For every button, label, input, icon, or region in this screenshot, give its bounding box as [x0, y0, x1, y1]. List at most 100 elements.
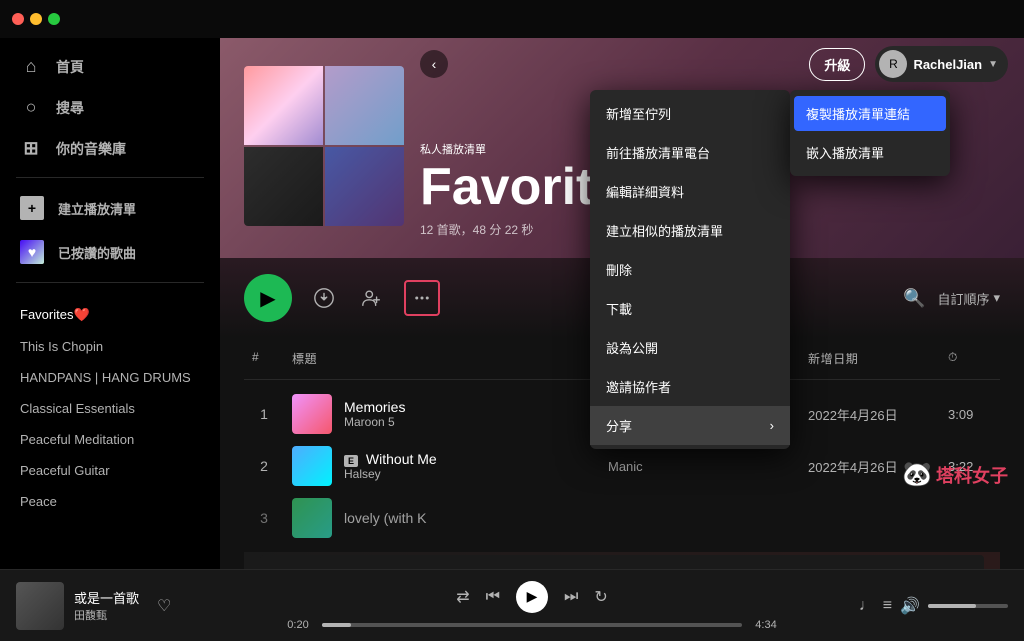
- track-album: Manic: [600, 459, 800, 474]
- menu-item-share[interactable]: 分享 ›: [590, 406, 790, 445]
- track-name: E Without Me: [344, 451, 437, 467]
- menu-item-download[interactable]: 下載: [590, 289, 790, 328]
- playlist-item-classical[interactable]: Classical Essentials: [8, 393, 212, 424]
- more-options-button[interactable]: [404, 280, 440, 316]
- track-text: Memories Maroon 5: [344, 399, 405, 429]
- track-artist: Halsey: [344, 467, 437, 481]
- playlist-item-meditation[interactable]: Peaceful Meditation: [8, 424, 212, 455]
- menu-item-go-radio[interactable]: 前往播放清單電台: [590, 133, 790, 172]
- menu-item-make-public[interactable]: 設為公開: [590, 328, 790, 367]
- progress-track[interactable]: [322, 623, 742, 627]
- add-person-button[interactable]: [356, 282, 388, 314]
- sidebar-nav: ⌂ 首頁 ○ 搜尋 ⊞ 你的音樂庫: [0, 46, 220, 169]
- previous-button[interactable]: ⏮: [486, 588, 500, 606]
- app-body: ⌂ 首頁 ○ 搜尋 ⊞ 你的音樂庫 + 建立播放清單 ♥ 已按讚的歌曲 Favo…: [0, 38, 1024, 569]
- player-track-info: 或是一首歌 田馥甄 ♡: [16, 582, 236, 630]
- track-name: lovely (with K: [344, 510, 426, 526]
- sidebar-item-search[interactable]: ○ 搜尋: [8, 87, 212, 128]
- header-right: 升級 R RachelJian ▼: [809, 46, 1008, 82]
- watermark-text: 塔科女子: [936, 462, 1008, 488]
- header-duration: ⏱: [940, 346, 1000, 371]
- volume-icon[interactable]: 🔊: [900, 596, 920, 616]
- track-artist: Maroon 5: [344, 415, 405, 429]
- pause-button[interactable]: ▶: [516, 581, 548, 613]
- header-date: 新增日期: [800, 346, 940, 371]
- play-button[interactable]: ▶: [244, 274, 292, 322]
- track-number: 3: [244, 510, 284, 526]
- sidebar-divider-1: [16, 177, 204, 178]
- proof-text: PROOF: [338, 566, 476, 569]
- playlist-item-peace[interactable]: Peace: [8, 486, 212, 517]
- current-time: 0:20: [282, 619, 314, 631]
- table-row[interactable]: 3 lovely (with K: [244, 492, 1000, 544]
- user-menu[interactable]: R RachelJian ▼: [875, 46, 1008, 82]
- album-cell-4: [325, 147, 404, 226]
- watermark: 🐼 塔科女子: [902, 460, 1008, 489]
- player-text: 或是一首歌 田馥甄: [74, 588, 139, 623]
- playlist-item-handpans[interactable]: HANDPANS | HANG DRUMS: [8, 362, 212, 393]
- player-artist: 田馥甄: [74, 607, 139, 623]
- playlist-item-guitar[interactable]: Peaceful Guitar: [8, 455, 212, 486]
- control-buttons: ⇄ ⏮ ▶ ⏭ ↻: [456, 581, 608, 613]
- like-button[interactable]: ♡: [157, 596, 171, 616]
- sidebar-divider-2: [16, 282, 204, 283]
- sort-chevron-icon: ▾: [993, 290, 1000, 306]
- share-submenu: 複製播放清單連結 嵌入播放清單: [790, 90, 950, 176]
- search-button[interactable]: 🔍: [903, 288, 925, 309]
- sidebar-item-liked-songs[interactable]: ♥ 已按讚的歌曲: [0, 230, 220, 274]
- back-button[interactable]: ‹: [420, 50, 448, 78]
- sidebar: ⌂ 首頁 ○ 搜尋 ⊞ 你的音樂庫 + 建立播放清單 ♥ 已按讚的歌曲 Favo…: [0, 38, 220, 569]
- menu-item-add-queue[interactable]: 新增至佇列: [590, 94, 790, 133]
- download-button[interactable]: [308, 282, 340, 314]
- sort-button[interactable]: 自訂順序 ▾: [937, 289, 1000, 308]
- main-content: 升級 R RachelJian ▼ ‹ 私人播放清單 Favorites❤️: [220, 38, 1024, 569]
- menu-item-invite-collab[interactable]: 邀請協作者: [590, 367, 790, 406]
- search-sort-area: 🔍 自訂順序 ▾: [903, 288, 1000, 309]
- track-name: Memories: [344, 399, 405, 415]
- submenu-item-copy-link[interactable]: 複製播放清單連結: [794, 96, 946, 131]
- track-number: 2: [244, 458, 284, 474]
- playlist-item-chopin[interactable]: This Is Chopin: [8, 331, 212, 362]
- sidebar-item-home[interactable]: ⌂ 首頁: [8, 46, 212, 87]
- maximize-button[interactable]: [48, 13, 60, 25]
- watermark-emoji: 🐼: [902, 460, 932, 489]
- home-icon: ⌂: [20, 56, 42, 77]
- sidebar-item-search-label: 搜尋: [56, 98, 84, 118]
- traffic-lights: [12, 13, 60, 25]
- lyrics-icon[interactable]: ♩: [859, 597, 875, 615]
- progress-bar: 0:20 4:34: [282, 619, 782, 631]
- repeat-button[interactable]: ↻: [594, 587, 607, 607]
- track-thumbnail: [292, 446, 332, 486]
- player-track-name: 或是一首歌: [74, 588, 139, 607]
- track-thumbnail: [292, 394, 332, 434]
- liked-songs-label: 已按讚的歌曲: [58, 243, 136, 262]
- sidebar-item-home-label: 首頁: [56, 57, 84, 77]
- sidebar-item-create-playlist[interactable]: + 建立播放清單: [0, 186, 220, 230]
- progress-fill: [322, 623, 351, 627]
- upgrade-button[interactable]: 升級: [809, 48, 865, 81]
- next-button[interactable]: ⏭: [564, 588, 578, 606]
- volume-bar[interactable]: [928, 604, 1008, 608]
- submenu-item-embed[interactable]: 嵌入播放清單: [790, 133, 950, 172]
- close-button[interactable]: [12, 13, 24, 25]
- header-num: #: [244, 346, 284, 371]
- album-cell-2: [325, 66, 404, 145]
- playlist-item-favorites[interactable]: Favorites❤️: [8, 299, 212, 331]
- track-text: lovely (with K: [344, 510, 426, 526]
- library-icon: ⊞: [20, 138, 42, 159]
- shuffle-button[interactable]: ⇄: [456, 587, 469, 607]
- minimize-button[interactable]: [30, 13, 42, 25]
- menu-item-delete[interactable]: 刪除: [590, 250, 790, 289]
- album-cell-3: [244, 147, 323, 226]
- playlist-cover-grid: [244, 66, 404, 226]
- player-controls: ⇄ ⏮ ▶ ⏭ ↻ 0:20 4:34: [248, 581, 816, 631]
- username-label: RachelJian: [913, 57, 982, 72]
- sidebar-item-library-label: 你的音樂庫: [56, 139, 126, 159]
- track-thumbnail: [292, 498, 332, 538]
- create-playlist-label: 建立播放清單: [58, 199, 136, 218]
- menu-item-edit-details[interactable]: 編輯詳細資料: [590, 172, 790, 211]
- queue-icon[interactable]: ≡: [883, 597, 892, 615]
- sidebar-item-library[interactable]: ⊞ 你的音樂庫: [8, 128, 212, 169]
- menu-item-create-similar[interactable]: 建立相似的播放清單: [590, 211, 790, 250]
- track-info: Memories Maroon 5: [284, 394, 600, 434]
